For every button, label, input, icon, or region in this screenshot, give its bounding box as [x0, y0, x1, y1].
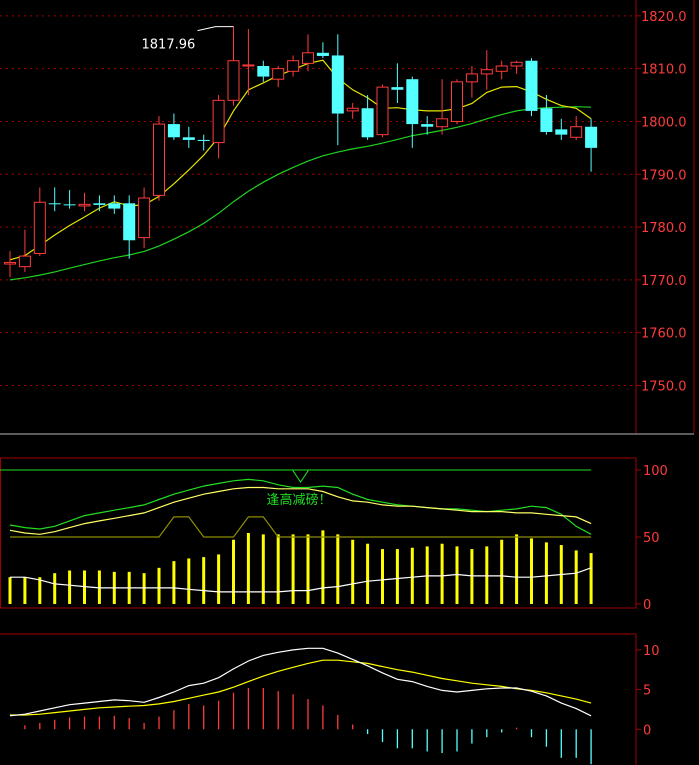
kdj-annotation: 逢高减磅！: [267, 492, 332, 508]
price-tick-label: 1820.0: [641, 10, 687, 25]
candle-body-up: [346, 107, 359, 112]
candle-body-down: [63, 204, 76, 206]
price-tick-label: 1800.0: [641, 115, 687, 130]
candle-body-up: [242, 64, 255, 67]
price-tick-label: 1750.0: [641, 379, 687, 394]
candle-body-down: [93, 203, 106, 205]
candle-body-up: [33, 201, 46, 254]
candle-body-down: [331, 55, 344, 114]
candle-body-down: [406, 79, 419, 125]
candle-body-up: [287, 60, 300, 72]
candle-body-up: [495, 65, 508, 72]
candle-body-down: [525, 60, 538, 111]
candle-body-down: [182, 137, 195, 140]
candle-body-up: [570, 126, 583, 138]
chart-background: [0, 0, 699, 765]
candle-body-down: [48, 203, 61, 205]
candle-body-down: [421, 124, 434, 127]
price-tick-label: 1760.0: [641, 327, 687, 342]
kdj-tick-label: 100: [643, 464, 668, 479]
high-annotation-label: 1817.96: [142, 38, 196, 53]
candle-body-up: [227, 60, 240, 101]
candle-body-down: [540, 108, 553, 133]
price-tick-label: 1810.0: [641, 63, 687, 78]
candle-body-up: [78, 203, 91, 207]
candle-body-up: [436, 118, 449, 128]
candle-body-up: [302, 52, 314, 64]
candle-body-up: [272, 68, 285, 80]
kdj-tick-label: 50: [643, 531, 660, 546]
candle-body-up: [18, 255, 31, 268]
candle-body-down: [361, 108, 374, 138]
price-tick-label: 1770.0: [641, 274, 687, 289]
macd-tick-label: 5: [643, 684, 651, 699]
macd-tick-label: 0: [643, 723, 651, 738]
price-tick-label: 1780.0: [641, 221, 687, 236]
candle-body-down: [167, 124, 180, 138]
candle-body-up: [4, 261, 16, 265]
candle-body-down: [197, 139, 210, 141]
candle-body-up: [153, 123, 165, 196]
candle-body-down: [123, 203, 136, 241]
candle-body-up: [510, 61, 523, 67]
candle-body-up: [451, 81, 463, 122]
macd-tick-label: 10: [643, 644, 660, 659]
candle-body-down: [585, 126, 598, 148]
candle-body-up: [138, 197, 151, 239]
candle-body-down: [316, 52, 329, 56]
candle-body-up: [465, 73, 478, 83]
kdj-tick-label: 0: [643, 598, 651, 613]
candle-body-down: [108, 203, 121, 209]
candle-body-down: [391, 87, 404, 90]
candle-body-down: [257, 66, 270, 77]
candle-body-up: [212, 99, 225, 144]
candle-body-down: [555, 129, 568, 135]
candle-body-up: [376, 86, 389, 136]
price-tick-label: 1790.0: [641, 168, 687, 183]
candle-body-up: [480, 69, 493, 75]
stock-chart: 1820.0 1810.0 1800.0 1790.0 1780.0 1770.0 1760…: [0, 0, 699, 765]
